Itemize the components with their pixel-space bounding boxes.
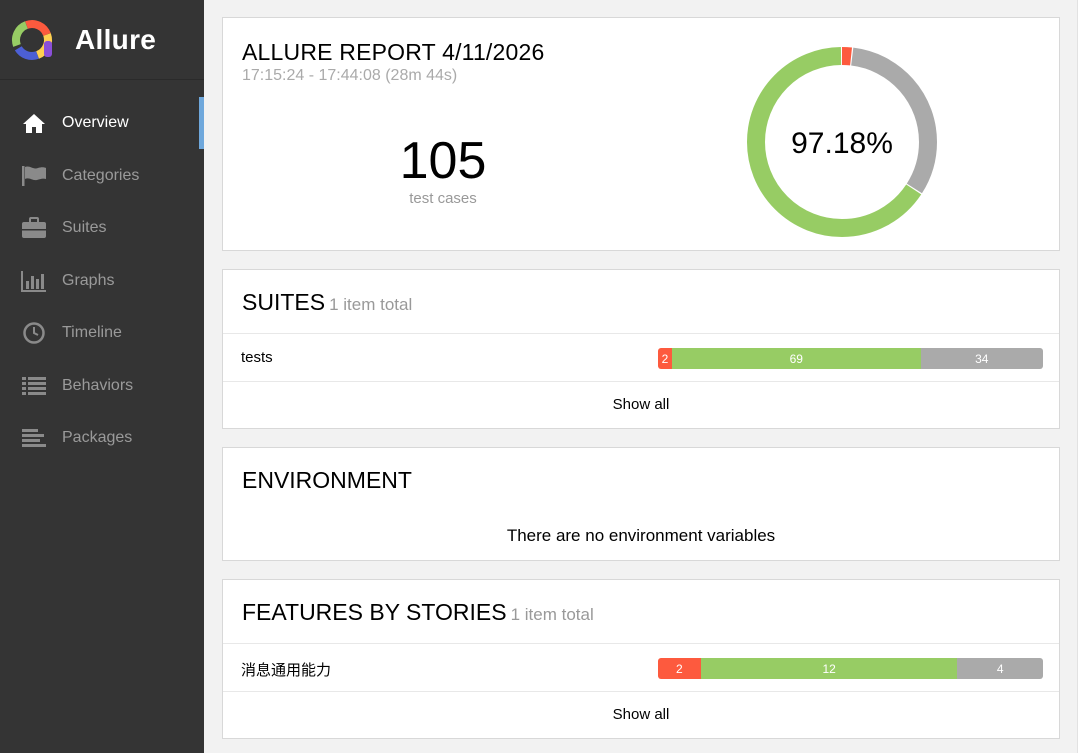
environment-widget: ENVIRONMENT There are no environment var… — [222, 447, 1060, 561]
status-segment-skipped[interactable]: 4 — [957, 658, 1043, 679]
features-show-all-link[interactable]: Show all — [223, 706, 1059, 723]
test-case-count-label: test cases — [409, 190, 477, 207]
sidebar-item-label: Behaviors — [62, 376, 134, 394]
status-segment-failed[interactable]: 2 — [658, 348, 672, 369]
report-time-range: 17:15:24 - 17:44:08 (28m 44s) — [242, 67, 458, 84]
home-icon — [21, 111, 47, 135]
feature-name: 消息通用能力 — [241, 662, 332, 679]
divider — [223, 643, 1059, 644]
suites-show-all-link[interactable]: Show all — [223, 396, 1059, 413]
sidebar: Allure Overview Categories Suites Graphs — [0, 0, 204, 753]
suite-name: tests — [241, 349, 273, 366]
sidebar-nav: Overview Categories Suites Graphs Timeli… — [0, 97, 204, 465]
features-widget: FEATURES BY STORIES 1 item total 消息通用能力 2… — [222, 579, 1060, 739]
summary-widget: ALLURE REPORT 4/11/2026 17:15:24 - 17:44… — [222, 17, 1060, 251]
status-segment-failed[interactable]: 2 — [658, 658, 701, 679]
sidebar-item-label: Timeline — [62, 324, 122, 342]
sidebar-item-timeline[interactable]: Timeline — [0, 307, 204, 360]
suites-title: SUITES 1 item total — [242, 289, 412, 316]
status-segment-passed[interactable]: 69 — [672, 348, 921, 369]
sidebar-item-packages[interactable]: Packages — [0, 412, 204, 465]
suites-title-text: SUITES — [242, 289, 326, 315]
test-case-count: 105 — [399, 132, 487, 190]
brand-name: Allure — [75, 23, 157, 55]
features-title: FEATURES BY STORIES 1 item total — [242, 599, 594, 626]
sidebar-item-label: Suites — [62, 219, 107, 237]
sidebar-item-graphs[interactable]: Graphs — [0, 255, 204, 308]
main-content: ALLURE REPORT 4/11/2026 17:15:24 - 17:44… — [204, 0, 1080, 753]
sidebar-item-overview[interactable]: Overview — [0, 97, 204, 150]
environment-empty-message: There are no environment variables — [506, 526, 776, 545]
success-rate-value: 97.18% — [791, 127, 893, 160]
sidebar-item-categories[interactable]: Categories — [0, 150, 204, 203]
bar-chart-icon — [21, 269, 47, 293]
align-left-icon — [21, 426, 47, 450]
divider — [223, 691, 1059, 692]
flag-icon — [21, 164, 47, 188]
suites-item-count: 1 item total — [329, 295, 413, 314]
clock-icon — [21, 321, 47, 345]
sidebar-item-label: Packages — [62, 429, 133, 447]
environment-title: ENVIRONMENT — [242, 467, 412, 493]
sidebar-item-suites[interactable]: Suites — [0, 202, 204, 255]
report-title: ALLURE REPORT 4/11/2026 — [242, 39, 545, 65]
briefcase-icon — [21, 216, 47, 240]
list-icon — [21, 374, 47, 398]
features-item-count: 1 item total — [510, 605, 594, 624]
suites-widget: SUITES 1 item total tests 2 69 34 Show al… — [222, 269, 1060, 429]
brand[interactable]: Allure — [0, 0, 204, 80]
status-segment-skipped[interactable]: 34 — [920, 348, 1043, 369]
features-title-text: FEATURES BY STORIES — [242, 599, 507, 625]
feature-status-bar[interactable]: 2 12 4 — [658, 658, 1043, 679]
sidebar-item-label: Categories — [62, 166, 140, 184]
divider — [223, 381, 1059, 382]
sidebar-item-label: Graphs — [62, 271, 115, 289]
status-segment-passed[interactable]: 12 — [700, 658, 958, 679]
sidebar-item-behaviors[interactable]: Behaviors — [0, 360, 204, 413]
sidebar-item-label: Overview — [62, 114, 129, 132]
allure-logo-icon — [11, 17, 57, 63]
divider — [223, 333, 1059, 334]
suite-status-bar[interactable]: 2 69 34 — [658, 348, 1043, 369]
